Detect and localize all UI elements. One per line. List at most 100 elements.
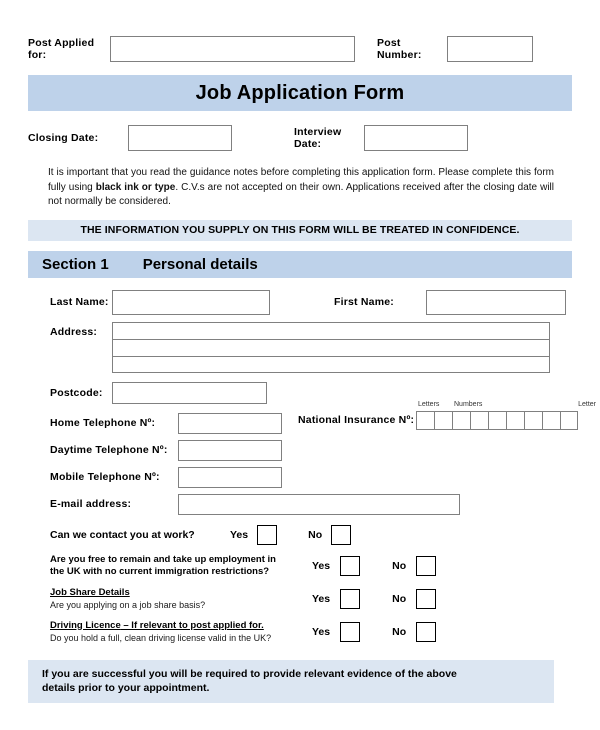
immigration-no-label: No [392, 559, 407, 572]
driving-licence-no-checkbox[interactable] [416, 621, 437, 642]
home-phone-input[interactable] [178, 412, 282, 434]
driving-licence-heading: Driving Licence – If relevant to post ap… [50, 620, 312, 632]
evidence-notice-banner: If you are successful you will be requir… [28, 659, 554, 703]
driving-licence-question-block: Driving Licence – If relevant to post ap… [50, 620, 568, 644]
national-insurance-group: Letters Numbers Letter National Insuranc… [298, 401, 598, 430]
job-share-question-block: Job Share Details Are you applying on a … [50, 587, 568, 611]
daytime-phone-label: Daytime Telephone Nº: [50, 444, 168, 456]
immigration-line1: Are you free to remain and take up emplo… [50, 553, 276, 565]
personal-details-body: Last Name: First Name: Address: Postcode… [28, 289, 596, 644]
application-form-page: Post Applied for: Post Number: Job Appli… [0, 0, 600, 730]
contact-at-work-yes-checkbox[interactable] [257, 524, 278, 545]
contact-at-work-no-checkbox[interactable] [331, 524, 352, 545]
contact-at-work-no-label: No [308, 528, 323, 541]
ni-cell[interactable] [434, 410, 452, 430]
driving-licence-yes-checkbox[interactable] [340, 621, 361, 642]
email-label: E-mail address: [50, 498, 132, 510]
interview-date-label: Interview Date: [294, 126, 342, 150]
job-share-question-text: Job Share Details Are you applying on a … [50, 587, 312, 611]
home-phone-label: Home Telephone Nº: [50, 417, 156, 429]
evidence-notice-line1: If you are successful you will be requir… [42, 667, 457, 680]
national-insurance-cells[interactable] [416, 410, 578, 430]
ni-cell[interactable] [524, 410, 542, 430]
mobile-phone-row: Mobile Telephone Nº: [50, 466, 568, 488]
section-number: Section 1 [42, 255, 109, 273]
confidence-banner: THE INFORMATION YOU SUPPLY ON THIS FORM … [28, 219, 572, 241]
contact-at-work-yes-label: Yes [230, 528, 249, 541]
ni-cell[interactable] [470, 410, 488, 430]
immigration-yes-label: Yes [312, 559, 331, 572]
evidence-notice-line2: details prior to your appointment. [42, 681, 210, 694]
national-insurance-label: National Insurance Nº: [298, 414, 415, 426]
mobile-phone-input[interactable] [178, 466, 282, 488]
job-share-no-label: No [392, 592, 407, 605]
job-share-yes-label: Yes [312, 592, 331, 605]
ni-caption-letters: Letters [418, 400, 440, 408]
first-name-input[interactable] [426, 289, 566, 315]
post-applied-input[interactable] [110, 36, 355, 62]
page-title: Job Application Form [195, 81, 405, 104]
post-applied-label: Post Applied for: [28, 37, 95, 61]
job-share-no-checkbox[interactable] [416, 588, 437, 609]
job-share-yes-checkbox[interactable] [340, 588, 361, 609]
postcode-label: Postcode: [50, 386, 103, 399]
driving-licence-answers: Yes No [312, 621, 437, 642]
address-lines [112, 321, 550, 373]
driving-licence-subtext: Do you hold a full, clean driving licens… [50, 632, 272, 643]
guidance-emphasis: black ink or type [95, 181, 176, 193]
ni-cell[interactable] [542, 410, 560, 430]
ni-caption-letter: Letter [578, 400, 596, 408]
ni-cell[interactable] [416, 410, 434, 430]
email-input[interactable] [178, 493, 460, 515]
postcode-input[interactable] [112, 381, 267, 404]
post-number-label: Post Number: [377, 37, 422, 61]
section-header: Section 1 Personal details [28, 250, 572, 278]
driving-licence-heading-main: Driving Licence [50, 619, 121, 631]
immigration-no-checkbox[interactable] [416, 555, 437, 576]
first-name-label: First Name: [334, 296, 394, 308]
driving-licence-heading-rest: – If relevant to post applied for. [120, 619, 264, 631]
ni-cell[interactable] [488, 410, 506, 430]
immigration-answers: Yes No [312, 555, 437, 576]
address-label: Address: [50, 325, 98, 338]
form-title-banner: Job Application Form [28, 75, 572, 111]
driving-licence-question-text: Driving Licence – If relevant to post ap… [50, 620, 312, 644]
closing-date-label: Closing Date: [28, 132, 99, 144]
confidence-text: THE INFORMATION YOU SUPPLY ON THIS FORM … [80, 224, 520, 236]
address-line2-input[interactable] [112, 338, 550, 356]
ni-cell[interactable] [506, 410, 524, 430]
ni-caption-numbers: Numbers [454, 400, 483, 408]
mobile-phone-label: Mobile Telephone Nº: [50, 471, 160, 483]
immigration-yes-checkbox[interactable] [340, 555, 361, 576]
interview-date-input[interactable] [364, 125, 468, 151]
last-name-label: Last Name: [50, 296, 109, 308]
guidance-paragraph: It is important that you read the guidan… [28, 166, 572, 210]
contact-at-work-row: Can we contact you at work? Yes No [50, 524, 568, 545]
post-details-row: Post Applied for: Post Number: [28, 0, 572, 62]
immigration-line2: the UK with no current immigration restr… [50, 565, 270, 577]
ni-line: National Insurance Nº: [298, 410, 598, 430]
driving-licence-no-label: No [392, 625, 407, 638]
driving-licence-yes-label: Yes [312, 625, 331, 638]
post-number-input[interactable] [447, 36, 533, 62]
job-share-answers: Yes No [312, 588, 437, 609]
address-line1-input[interactable] [112, 321, 550, 339]
address-line3-input[interactable] [112, 355, 550, 373]
ni-cell[interactable] [452, 410, 470, 430]
contact-at-work-question: Can we contact you at work? [50, 528, 195, 541]
daytime-phone-input[interactable] [178, 439, 282, 461]
last-name-input[interactable] [112, 289, 270, 315]
dates-row: Closing Date: Interview Date: [28, 125, 572, 151]
job-share-heading: Job Share Details [50, 586, 130, 598]
closing-date-input[interactable] [128, 125, 232, 151]
daytime-phone-row: Daytime Telephone Nº: [50, 439, 568, 461]
name-row: Last Name: First Name: [50, 289, 568, 315]
phone-and-ni-block: Letters Numbers Letter National Insuranc… [50, 401, 596, 488]
ni-captions: Letters Numbers Letter [298, 401, 598, 411]
address-row: Address: [50, 321, 568, 373]
job-share-subtext: Are you applying on a job share basis? [50, 599, 206, 610]
immigration-question-block: Are you free to remain and take up emplo… [50, 554, 568, 578]
ni-cell[interactable] [560, 410, 578, 430]
section-title: Personal details [142, 255, 258, 273]
email-row: E-mail address: [50, 493, 568, 515]
